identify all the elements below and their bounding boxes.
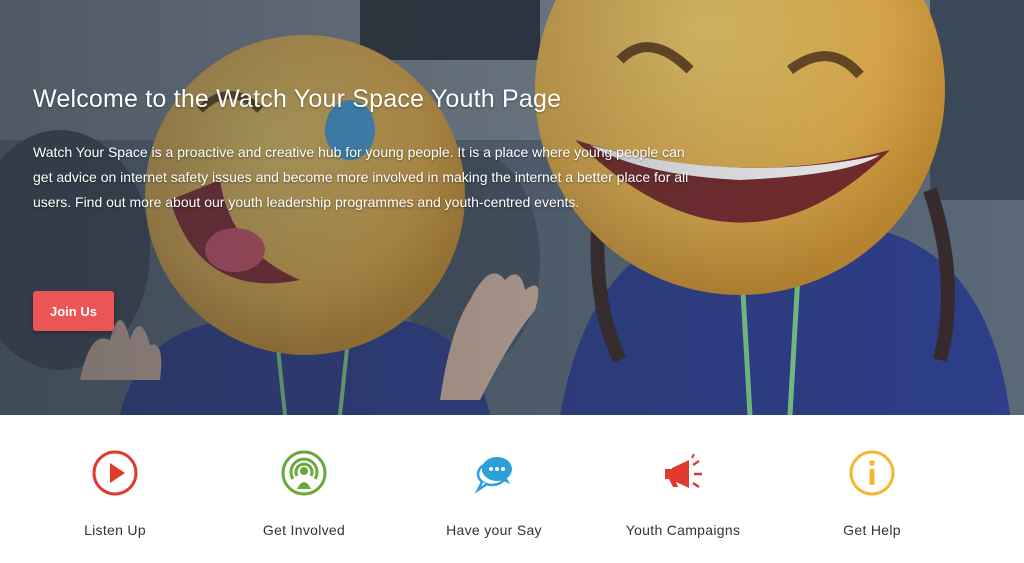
features-bar: Listen Up Get Involved Have your Say You…: [0, 415, 1024, 563]
play-circle-icon: [92, 450, 138, 496]
hero-banner: Welcome to the Watch Your Space Youth Pa…: [0, 0, 1024, 415]
feature-get-help[interactable]: Get Help: [777, 415, 967, 563]
feature-label: Listen Up: [84, 522, 146, 538]
join-us-button[interactable]: Join Us: [33, 291, 114, 331]
feature-label: Get Involved: [262, 522, 346, 538]
hero-description: Watch Your Space is a proactive and crea…: [33, 144, 689, 210]
chat-bubbles-icon: [474, 457, 512, 494]
feature-label: Youth Campaigns: [625, 522, 741, 538]
info-circle-icon: [849, 450, 895, 496]
megaphone-icon: [665, 453, 702, 489]
feature-get-involved[interactable]: Get Involved: [209, 415, 399, 563]
page-title: Welcome to the Watch Your Space Youth Pa…: [33, 85, 562, 113]
podcast-person-icon: [281, 450, 327, 496]
feature-listen-up[interactable]: Listen Up: [20, 415, 210, 563]
feature-youth-campaigns[interactable]: Youth Campaigns: [588, 415, 778, 563]
feature-have-your-say[interactable]: Have your Say: [399, 415, 589, 563]
feature-label: Get Help: [843, 522, 901, 538]
hero-content: Welcome to the Watch Your Space Youth Pa…: [33, 84, 713, 215]
feature-label: Have your Say: [446, 522, 542, 538]
